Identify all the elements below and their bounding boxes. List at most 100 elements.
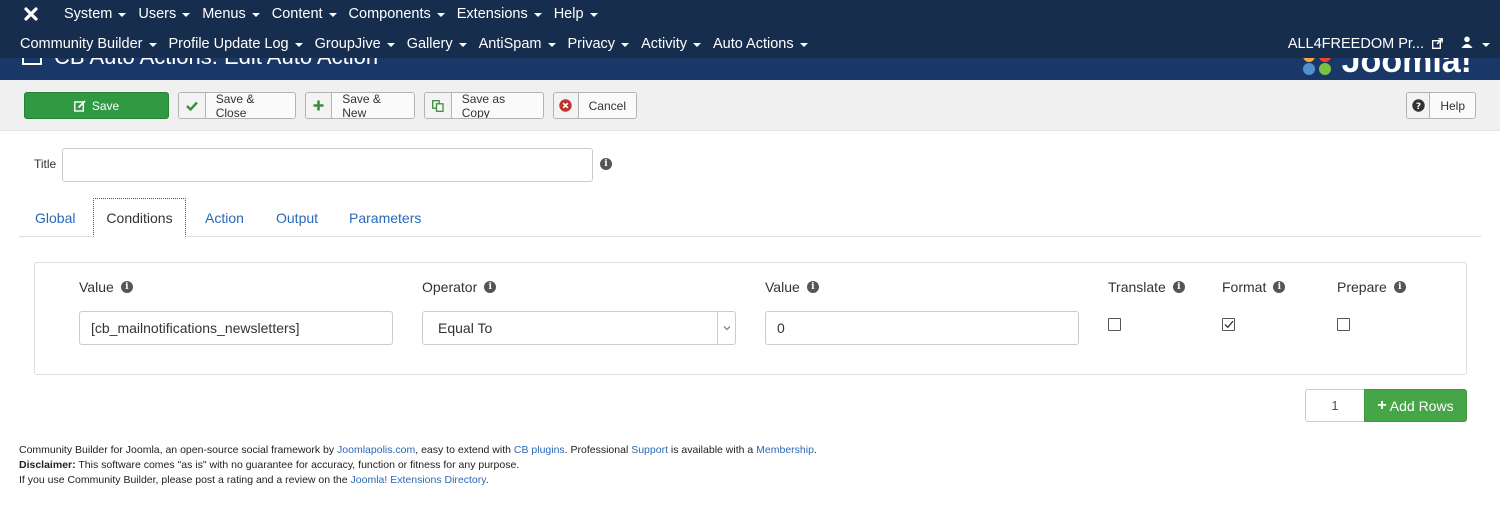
condition-value-field[interactable]: [cb_mailnotifications_newsletters]: [79, 311, 393, 345]
menu-privacy-label: Privacy: [567, 35, 616, 52]
menu-menus-label: Menus: [202, 6, 246, 22]
menu-auto-actions[interactable]: Auto Actions: [713, 36, 808, 52]
value-header: Value i: [79, 279, 133, 295]
format-checkbox[interactable]: [1222, 318, 1235, 331]
tab-conditions[interactable]: Conditions: [93, 198, 186, 237]
condition-compare-value-field[interactable]: 0: [765, 311, 1079, 345]
save-new-label: Save & New: [332, 93, 414, 118]
menu-groupjive-label: GroupJive: [314, 35, 381, 52]
cancel-label: Cancel: [578, 93, 636, 118]
caret-down-icon: [589, 13, 598, 17]
info-icon[interactable]: i: [806, 281, 819, 293]
menu-gallery[interactable]: Gallery: [407, 36, 467, 52]
disclaimer-label: Disclaimer:: [19, 459, 76, 471]
menu-community-builder[interactable]: Community Builder: [20, 36, 157, 52]
save-as-copy-label: Save as Copy: [451, 93, 543, 118]
menu-profile-update-log[interactable]: Profile Update Log: [169, 36, 303, 52]
menu-antispam-label: AntiSpam: [478, 35, 542, 52]
prepare-checkbox[interactable]: [1337, 318, 1350, 331]
menu-content[interactable]: Content: [272, 6, 337, 22]
translate-header: Translate i: [1108, 279, 1185, 295]
footer-line-disclaimer: Disclaimer: This software comes "as is" …: [19, 458, 817, 473]
prepare-header: Prepare i: [1337, 279, 1406, 295]
external-link-icon[interactable]: [1432, 38, 1443, 49]
tab-output[interactable]: Output: [262, 198, 332, 237]
tab-action[interactable]: Action: [191, 198, 258, 237]
menu-users-label: Users: [138, 6, 177, 22]
save-new-button[interactable]: Save & New: [305, 92, 415, 119]
menu-components-label: Components: [348, 6, 431, 22]
save-as-copy-button[interactable]: Save as Copy: [424, 92, 544, 119]
caret-down-icon: [458, 42, 467, 47]
value-header-label: Value: [79, 279, 114, 295]
membership-link[interactable]: Membership: [756, 444, 814, 456]
info-icon[interactable]: i: [600, 158, 612, 170]
caret-down-icon: [799, 42, 808, 47]
subhead: CB Auto Actions: Edit Auto Action Joomla…: [0, 58, 1500, 80]
user-menu[interactable]: [1461, 36, 1490, 52]
cb-plugins-link[interactable]: CB plugins: [514, 444, 565, 456]
menu-help[interactable]: Help: [554, 6, 598, 22]
menu-groupjive[interactable]: GroupJive: [315, 36, 395, 52]
operator-select[interactable]: Equal To: [422, 311, 736, 345]
format-header-label: Format: [1222, 279, 1267, 295]
caret-down-icon: [251, 13, 260, 17]
caret-down-icon: [533, 13, 542, 17]
menu-users[interactable]: Users: [138, 6, 191, 22]
info-icon[interactable]: i: [1273, 281, 1286, 293]
joomla-brand-icon: [1302, 58, 1331, 75]
save-close-button[interactable]: Save & Close: [178, 92, 296, 119]
menu-content-label: Content: [271, 6, 323, 22]
tab-global[interactable]: Global: [21, 198, 89, 237]
footer-text: Community Builder for Joomla, an open-so…: [19, 444, 338, 456]
rows-count-input[interactable]: [1305, 389, 1365, 422]
help-label: Help: [1430, 93, 1475, 118]
edit-icon: [22, 58, 42, 65]
caret-down-icon: [118, 13, 127, 17]
help-button[interactable]: ? Help: [1406, 92, 1476, 119]
footer-text: .: [485, 474, 489, 486]
menu-extensions[interactable]: Extensions: [457, 6, 542, 22]
menu-components[interactable]: Components: [349, 6, 445, 22]
page-title-text: CB Auto Actions: Edit Auto Action: [54, 58, 378, 70]
caret-down-icon: [436, 13, 445, 17]
translate-header-label: Translate: [1108, 279, 1166, 295]
cancel-button[interactable]: Cancel: [553, 92, 637, 119]
tab-parameters[interactable]: Parameters: [335, 198, 435, 237]
footer-text: . Professional: [564, 444, 632, 456]
caret-down-icon: [328, 13, 337, 17]
menu-antispam[interactable]: AntiSpam: [479, 36, 556, 52]
info-icon[interactable]: i: [1172, 281, 1185, 293]
footer-text: If you use Community Builder, please pos…: [19, 474, 351, 486]
info-icon[interactable]: i: [1393, 281, 1406, 293]
caret-down-icon: [386, 42, 395, 47]
joomlapolis-link[interactable]: Joomlapolis.com: [337, 444, 415, 456]
menu-menus[interactable]: Menus: [202, 6, 260, 22]
caret-down-icon: [621, 42, 630, 47]
footer-text: , easy to extend with: [415, 444, 514, 456]
translate-checkbox[interactable]: [1108, 318, 1121, 331]
support-link[interactable]: Support: [631, 444, 668, 456]
svg-text:?: ?: [1416, 102, 1421, 112]
info-icon[interactable]: i: [484, 281, 497, 293]
add-rows-label: Add Rows: [1389, 397, 1454, 414]
menu-community-builder-label: Community Builder: [20, 35, 143, 52]
cancel-icon: [554, 93, 579, 118]
menu-privacy[interactable]: Privacy: [568, 36, 630, 52]
value-header-2-label: Value: [765, 279, 800, 295]
jed-link[interactable]: Joomla! Extensions Directory: [351, 474, 486, 486]
joomla-logo-icon[interactable]: [22, 5, 40, 23]
site-name-link[interactable]: ALL4FREEDOM Pr...: [1288, 36, 1424, 52]
menu-system[interactable]: System: [64, 6, 127, 22]
operator-header: Operator i: [422, 279, 497, 295]
title-input[interactable]: [62, 148, 593, 182]
format-header: Format i: [1222, 279, 1286, 295]
component-menu: Community Builder Profile Update Log Gro…: [20, 29, 820, 58]
save-button[interactable]: Save: [24, 92, 169, 119]
menu-extensions-label: Extensions: [456, 6, 528, 22]
info-icon[interactable]: i: [120, 281, 133, 293]
add-rows-button[interactable]: + Add Rows: [1364, 389, 1467, 422]
caret-down-icon: [182, 13, 191, 17]
menu-activity[interactable]: Activity: [641, 36, 701, 52]
caret-down-icon: [1482, 42, 1490, 47]
